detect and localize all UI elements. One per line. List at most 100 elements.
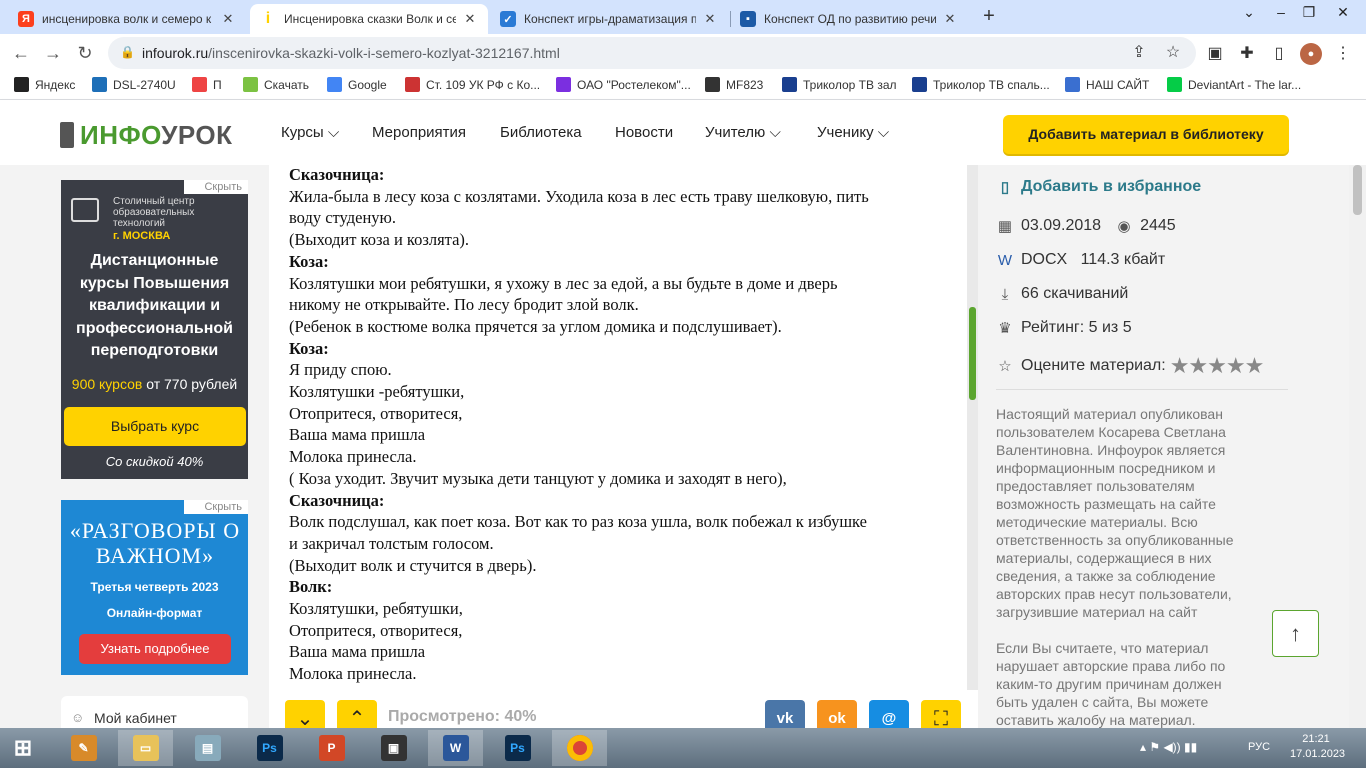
powerpoint-icon: P <box>318 735 345 761</box>
my-cabinet-link[interactable]: ☺ Мой кабинет <box>61 696 248 728</box>
word-file-icon: W <box>997 251 1013 269</box>
scroll-top-button[interactable]: ↑ <box>1272 610 1319 657</box>
back-icon[interactable]: ← <box>10 42 32 64</box>
tab-3[interactable]: ✓ Конспект игры-драматизация п ✕ <box>490 4 728 34</box>
share-icon[interactable]: ⇪ <box>1128 42 1150 64</box>
page-body: Скрыть Столичный центр образовательных т… <box>0 165 1366 728</box>
taskbar-video[interactable]: ▣ <box>366 730 421 766</box>
mail-share-button[interactable]: @ <box>869 700 909 728</box>
taskbar-photoshop-2[interactable]: Ps <box>490 730 545 766</box>
hide-ad-button[interactable]: Скрыть <box>184 500 248 514</box>
taskbar-explorer[interactable]: ▭ <box>118 730 173 766</box>
address-bar[interactable]: 🔒 infourok.ru/inscenirovka-skazki-volk-i… <box>108 37 1196 69</box>
vk-share-button[interactable]: vk <box>765 700 805 728</box>
tab-1[interactable]: Я инсценировка волк и семеро к ✕ <box>8 4 246 34</box>
speaker-label: Коза: <box>289 251 329 271</box>
chevron-down-button[interactable]: ⌄ <box>285 700 325 728</box>
taskbar-paint[interactable]: ✎ <box>56 730 111 766</box>
text-line: воду студеную. <box>289 208 397 228</box>
nav-library[interactable]: Библиотека <box>500 124 582 141</box>
doc-scrollbar-thumb[interactable] <box>969 307 976 400</box>
taskbar-word[interactable]: W <box>428 730 483 766</box>
nav-teacher[interactable]: Учителю ⌵ <box>705 124 781 141</box>
nav-events[interactable]: Мероприятия <box>372 124 466 141</box>
bookmark-item[interactable]: Триколор ТВ зал <box>782 77 897 92</box>
profile-avatar[interactable]: ● <box>1300 43 1322 65</box>
material-rating: ♛ Рейтинг: 5 из 5 <box>996 319 1131 337</box>
choose-course-button[interactable]: Выбрать курс <box>64 407 246 446</box>
add-material-button[interactable]: Добавить материал в библиотеку <box>1003 115 1289 154</box>
ad-city: г. МОСКВА <box>113 230 171 242</box>
chevron-up-button[interactable]: ⌃ <box>337 700 377 728</box>
bookmark-label: Ст. 109 УК РФ с Ко... <box>426 77 541 92</box>
nav-courses[interactable]: Курсы ⌵ <box>281 124 339 141</box>
infourok-icon: i <box>265 10 271 27</box>
close-window-button[interactable]: ✕ <box>1320 0 1366 30</box>
ad-headline: Дистанционные курсы Повышения квалификац… <box>76 252 233 359</box>
text-line: Отопритеся, отворитеся, <box>289 403 463 423</box>
taskbar-photoshop[interactable]: Ps <box>242 730 297 766</box>
bookmark-item[interactable]: Триколор ТВ спаль... <box>912 77 1050 92</box>
tray-icons[interactable]: ▴ ⚑ ◀)) ▮▮ <box>1140 740 1197 754</box>
rating-stars[interactable]: ★★★★★ <box>1170 353 1265 379</box>
bookmark-favicon-icon <box>912 77 927 92</box>
sidebar-icon[interactable]: ▯ <box>1268 43 1290 65</box>
bookmark-favicon-icon <box>92 77 107 92</box>
learn-more-button[interactable]: Узнать подробнее <box>79 634 231 664</box>
bookmark-label: DSL-2740U <box>113 77 176 92</box>
bookmark-item[interactable]: DeviantArt - The lar... <box>1167 77 1301 92</box>
bookmark-item[interactable]: ОАО "Ростелеком"... <box>556 77 691 92</box>
page-scrollbar-thumb[interactable] <box>1353 165 1362 215</box>
ad-discount: Со скидкой 40% <box>105 454 204 469</box>
star-icon[interactable]: ☆ <box>1162 42 1184 64</box>
close-icon[interactable]: ✕ <box>702 11 718 27</box>
puzzle-icon[interactable]: ✚ <box>1236 43 1258 65</box>
extension-icon[interactable]: ▣ <box>1204 43 1226 65</box>
menu-icon[interactable]: ⋮ <box>1332 43 1354 65</box>
tab-4[interactable]: ▪ Конспект ОД по развитию речи ✕ <box>730 4 968 34</box>
text-line: Волк подслушал, как поет коза. Вот как т… <box>289 512 867 532</box>
close-icon[interactable]: ✕ <box>220 11 236 27</box>
tab-2[interactable]: i Инсценировка сказки Волк и се ✕ <box>250 4 488 34</box>
reload-icon[interactable]: ↻ <box>74 42 96 64</box>
bookmark-label: Триколор ТВ спаль... <box>933 77 1050 92</box>
user-icon: ☺ <box>71 710 85 725</box>
close-icon[interactable]: ✕ <box>942 11 958 27</box>
ad-banner-courses[interactable]: Скрыть Столичный центр образовательных т… <box>61 180 248 479</box>
clock[interactable]: 21:21 17.01.2023 <box>1290 732 1345 762</box>
page-scrollbar[interactable] <box>1349 165 1366 728</box>
doc-scrollbar[interactable] <box>967 165 978 690</box>
text-line: Ваша мама пришла <box>289 425 426 445</box>
text-line: Козлятушки мои ребятушки, я ухожу в лес … <box>289 273 838 293</box>
fullscreen-button[interactable]: ⛶ <box>921 700 961 728</box>
bookmark-item[interactable]: НАШ САЙТ <box>1065 77 1149 92</box>
language-indicator[interactable]: РУС <box>1248 741 1270 753</box>
bookmark-item[interactable]: MF823 <box>705 77 763 92</box>
start-button[interactable]: ⊞ <box>0 730 46 766</box>
add-favorite-link[interactable]: ▯ Добавить в избранное <box>996 178 1201 196</box>
taskbar-chrome[interactable] <box>552 730 607 766</box>
ad-banner-talks[interactable]: Скрыть «РАЗГОВОРЫ О ВАЖНОМ» Третья четве… <box>61 500 248 675</box>
tab-title: Инсценировка сказки Волк и се <box>284 12 456 26</box>
bookmark-item[interactable]: Ст. 109 УК РФ с Ко... <box>405 77 540 92</box>
bookmark-item[interactable]: Google <box>327 77 387 92</box>
ok-share-button[interactable]: ok <box>817 700 857 728</box>
site-header: ИНФОУРОК Курсы ⌵ Мероприятия Библиотека … <box>0 100 1366 165</box>
bookmark-item[interactable]: DSL-2740U <box>92 77 176 92</box>
bookmark-item[interactable]: Скачать <box>243 77 309 92</box>
new-tab-button[interactable]: + <box>978 6 1000 28</box>
word-icon: W <box>442 735 469 761</box>
nav-student[interactable]: Ученику ⌵ <box>817 124 889 141</box>
calendar-icon: ▦ <box>997 218 1013 235</box>
nav-news[interactable]: Новости <box>615 124 673 141</box>
site-logo[interactable]: ИНФОУРОК <box>60 120 233 151</box>
hide-ad-button[interactable]: Скрыть <box>184 180 248 194</box>
close-icon[interactable]: ✕ <box>462 11 478 27</box>
taskbar-powerpoint[interactable]: P <box>304 730 359 766</box>
forward-icon[interactable]: → <box>42 42 64 64</box>
bookmark-item[interactable]: Яндекс <box>14 77 75 92</box>
bookmark-item[interactable]: П <box>192 77 222 92</box>
text-line: Молока принесла. <box>289 447 417 467</box>
bookmark-favicon-icon <box>705 77 720 92</box>
taskbar-monitor[interactable]: ▤ <box>180 730 235 766</box>
